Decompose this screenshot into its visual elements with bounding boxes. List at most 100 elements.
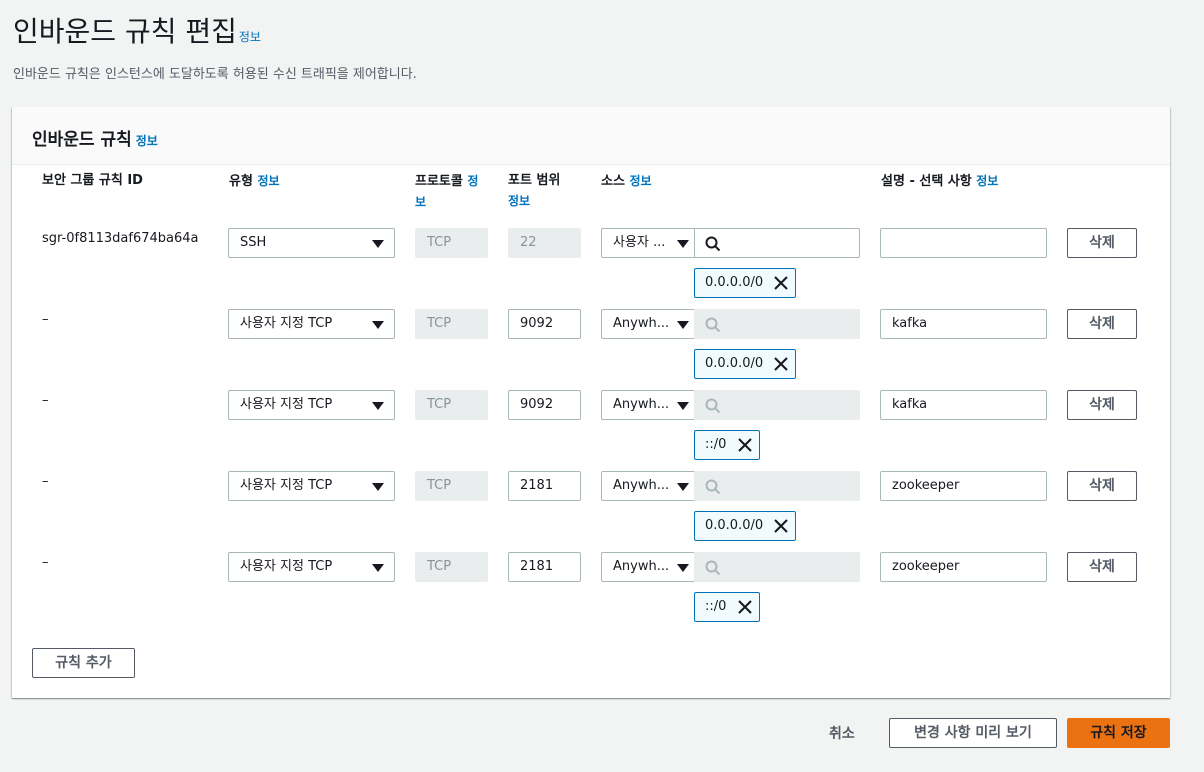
search-icon bbox=[705, 398, 721, 414]
description-input[interactable] bbox=[880, 228, 1047, 258]
cidr-token-label: ::/0 bbox=[705, 437, 727, 452]
cidr-token-label: 0.0.0.0/0 bbox=[705, 356, 764, 371]
cidr-token-label: 0.0.0.0/0 bbox=[705, 518, 764, 533]
rule-id: – bbox=[42, 312, 49, 327]
page-title-text: 인바운드 규칙 편집 bbox=[13, 15, 237, 48]
col-description-label: 설명 - 선택 사항 bbox=[881, 174, 972, 189]
port-range-input[interactable]: 2181 bbox=[508, 552, 581, 582]
description-input[interactable]: kafka bbox=[880, 390, 1047, 420]
col-protocol-label: 프로토콜 bbox=[415, 174, 463, 189]
description-input[interactable]: kafka bbox=[880, 309, 1047, 339]
cidr-token: 0.0.0.0/0 bbox=[694, 268, 796, 298]
chevron-down-icon bbox=[372, 321, 384, 329]
source-type-value: 사용자 ... bbox=[613, 235, 666, 250]
preview-changes-button[interactable]: 변경 사항 미리 보기 bbox=[889, 718, 1057, 748]
cidr-token-label: 0.0.0.0/0 bbox=[705, 275, 764, 290]
source-type-select[interactable]: Anywh... bbox=[601, 309, 695, 339]
protocol-field: TCP bbox=[415, 390, 488, 420]
source-search-input bbox=[694, 471, 860, 501]
delete-rule-button[interactable]: 삭제 bbox=[1067, 228, 1137, 258]
cancel-button[interactable]: 취소 bbox=[829, 723, 855, 743]
chevron-down-icon bbox=[372, 564, 384, 572]
close-icon[interactable] bbox=[737, 437, 753, 453]
panel-title: 인바운드 규칙 정보 bbox=[32, 125, 158, 150]
type-select[interactable]: 사용자 지정 TCP bbox=[228, 552, 395, 582]
type-select-value: 사용자 지정 TCP bbox=[240, 559, 333, 574]
save-rules-button[interactable]: 규칙 저장 bbox=[1067, 718, 1170, 748]
port-range-field: 22 bbox=[508, 228, 581, 258]
rule-id: – bbox=[42, 555, 49, 570]
rule-id: – bbox=[42, 393, 49, 408]
add-rule-button[interactable]: 규칙 추가 bbox=[32, 648, 135, 678]
panel-title-text: 인바운드 규칙 bbox=[32, 130, 132, 150]
source-type-select[interactable]: Anywh... bbox=[601, 552, 695, 582]
chevron-down-icon bbox=[677, 321, 689, 329]
source-type-select[interactable]: Anywh... bbox=[601, 390, 695, 420]
type-select-value: 사용자 지정 TCP bbox=[240, 316, 333, 331]
chevron-down-icon bbox=[372, 402, 384, 410]
panel-info-link[interactable]: 정보 bbox=[136, 134, 158, 148]
panel-header: 인바운드 규칙 정보 bbox=[12, 107, 1170, 165]
rule-id: – bbox=[42, 474, 49, 489]
search-icon bbox=[705, 317, 721, 333]
type-select[interactable]: 사용자 지정 TCP bbox=[228, 309, 395, 339]
col-rule-id: 보안 그룹 규칙 ID bbox=[42, 173, 143, 188]
source-search-input bbox=[694, 390, 860, 420]
source-search-input bbox=[694, 552, 860, 582]
cidr-token: ::/0 bbox=[694, 592, 760, 622]
chevron-down-icon bbox=[677, 564, 689, 572]
rule-id: sgr-0f8113daf674ba64a bbox=[42, 231, 199, 246]
col-port-range-info-link[interactable]: 정보 bbox=[508, 194, 530, 208]
protocol-field: TCP bbox=[415, 471, 488, 501]
col-source-label: 소스 bbox=[601, 174, 625, 189]
delete-rule-button[interactable]: 삭제 bbox=[1067, 390, 1137, 420]
protocol-field: TCP bbox=[415, 228, 488, 258]
source-search-input[interactable] bbox=[694, 228, 860, 258]
delete-rule-button[interactable]: 삭제 bbox=[1067, 552, 1137, 582]
col-description-info-link[interactable]: 정보 bbox=[976, 174, 998, 188]
chevron-down-icon bbox=[372, 240, 384, 248]
source-type-select[interactable]: Anywh... bbox=[601, 471, 695, 501]
page-description: 인바운드 규칙은 인스턴스에 도달하도록 허용된 수신 트래픽을 제어합니다. bbox=[13, 67, 417, 82]
chevron-down-icon bbox=[677, 402, 689, 410]
col-source: 소스 정보 bbox=[601, 171, 652, 192]
col-protocol: 프로토콜 정보 bbox=[415, 171, 495, 213]
protocol-field: TCP bbox=[415, 552, 488, 582]
type-select[interactable]: 사용자 지정 TCP bbox=[228, 471, 395, 501]
type-select[interactable]: SSH bbox=[228, 228, 395, 258]
search-icon bbox=[705, 479, 721, 495]
port-range-input[interactable]: 2181 bbox=[508, 471, 581, 501]
chevron-down-icon bbox=[677, 483, 689, 491]
page-title: 인바운드 규칙 편집 정보 bbox=[13, 10, 261, 50]
source-search-input bbox=[694, 309, 860, 339]
search-icon bbox=[705, 236, 721, 252]
col-source-info-link[interactable]: 정보 bbox=[629, 174, 651, 188]
type-select-value: 사용자 지정 TCP bbox=[240, 397, 333, 412]
close-icon[interactable] bbox=[737, 599, 753, 615]
col-type-info-link[interactable]: 정보 bbox=[257, 174, 279, 188]
title-info-link[interactable]: 정보 bbox=[239, 30, 261, 44]
col-description: 설명 - 선택 사항 정보 bbox=[881, 171, 998, 192]
description-input[interactable]: zookeeper bbox=[880, 471, 1047, 501]
close-icon[interactable] bbox=[773, 275, 789, 291]
port-range-input[interactable]: 9092 bbox=[508, 390, 581, 420]
close-icon[interactable] bbox=[773, 518, 789, 534]
type-select[interactable]: 사용자 지정 TCP bbox=[228, 390, 395, 420]
type-select-value: SSH bbox=[240, 235, 267, 250]
cidr-token: ::/0 bbox=[694, 430, 760, 460]
source-type-select[interactable]: 사용자 ... bbox=[601, 228, 695, 258]
chevron-down-icon bbox=[677, 240, 689, 248]
delete-rule-button[interactable]: 삭제 bbox=[1067, 471, 1137, 501]
cidr-token: 0.0.0.0/0 bbox=[694, 349, 796, 379]
cidr-token-label: ::/0 bbox=[705, 599, 727, 614]
close-icon[interactable] bbox=[773, 356, 789, 372]
delete-rule-button[interactable]: 삭제 bbox=[1067, 309, 1137, 339]
protocol-field: TCP bbox=[415, 309, 488, 339]
source-type-value: Anywh... bbox=[613, 397, 670, 412]
search-icon bbox=[705, 560, 721, 576]
col-type-label: 유형 bbox=[229, 174, 253, 189]
port-range-input[interactable]: 9092 bbox=[508, 309, 581, 339]
description-input[interactable]: zookeeper bbox=[880, 552, 1047, 582]
cidr-token: 0.0.0.0/0 bbox=[694, 511, 796, 541]
col-type: 유형 정보 bbox=[229, 171, 280, 192]
